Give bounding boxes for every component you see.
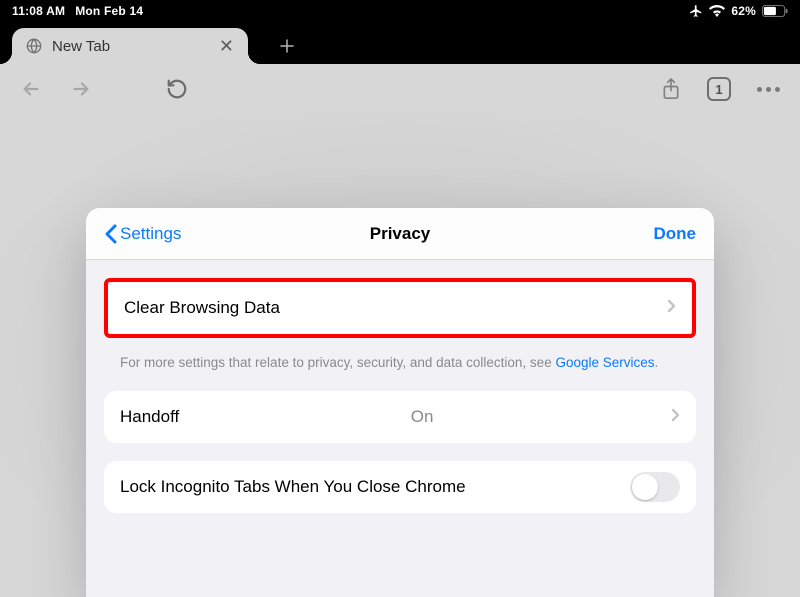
lock-incognito-toggle[interactable]: [630, 472, 680, 502]
back-label: Settings: [120, 224, 181, 244]
chevron-right-icon: [667, 298, 676, 318]
status-date: Mon Feb 14: [75, 4, 143, 18]
new-tab-button[interactable]: [266, 28, 308, 64]
browser-toolbar: 1: [0, 64, 800, 114]
done-button[interactable]: Done: [654, 224, 697, 244]
handoff-row[interactable]: Handoff On: [104, 391, 696, 443]
chevron-right-icon: [671, 407, 680, 427]
status-right: 62%: [689, 4, 788, 18]
modal-title: Privacy: [370, 224, 431, 244]
highlight-annotation: Clear Browsing Data: [104, 278, 696, 338]
clear-browsing-data-label: Clear Browsing Data: [124, 298, 280, 318]
menu-button[interactable]: [757, 87, 780, 92]
tab-title: New Tab: [52, 38, 110, 55]
battery-icon: [762, 5, 788, 17]
browser-tab[interactable]: New Tab ✕: [12, 28, 248, 64]
modal-body: Clear Browsing Data For more settings th…: [86, 260, 714, 597]
back-to-settings-button[interactable]: Settings: [104, 224, 181, 244]
modal-header: Settings Privacy Done: [86, 208, 714, 260]
reload-button[interactable]: [166, 78, 188, 100]
forward-button[interactable]: [70, 78, 92, 100]
wifi-icon: [709, 5, 725, 17]
lock-incognito-row[interactable]: Lock Incognito Tabs When You Close Chrom…: [104, 461, 696, 513]
airplane-mode-icon: [689, 4, 703, 18]
privacy-footer-note: For more settings that relate to privacy…: [104, 352, 696, 391]
status-bar: 11:08 AM Mon Feb 14 62%: [0, 0, 800, 22]
close-tab-button[interactable]: ✕: [219, 37, 234, 55]
privacy-settings-modal: Settings Privacy Done Clear Browsing Dat…: [86, 208, 714, 597]
tab-switcher-button[interactable]: 1: [707, 77, 731, 101]
lock-incognito-label: Lock Incognito Tabs When You Close Chrom…: [120, 477, 466, 497]
google-services-link[interactable]: Google Services: [555, 355, 654, 370]
globe-icon: [26, 38, 42, 54]
clear-browsing-data-row[interactable]: Clear Browsing Data: [108, 282, 692, 334]
tab-strip: New Tab ✕: [0, 22, 800, 64]
footer-note-suffix: .: [655, 355, 659, 370]
battery-percent: 62%: [731, 4, 756, 18]
share-button[interactable]: [661, 77, 681, 101]
handoff-value: On: [411, 407, 434, 427]
footer-note-prefix: For more settings that relate to privacy…: [120, 355, 555, 370]
back-button[interactable]: [20, 78, 42, 100]
handoff-label: Handoff: [120, 407, 179, 427]
status-time: 11:08 AM: [12, 4, 65, 18]
